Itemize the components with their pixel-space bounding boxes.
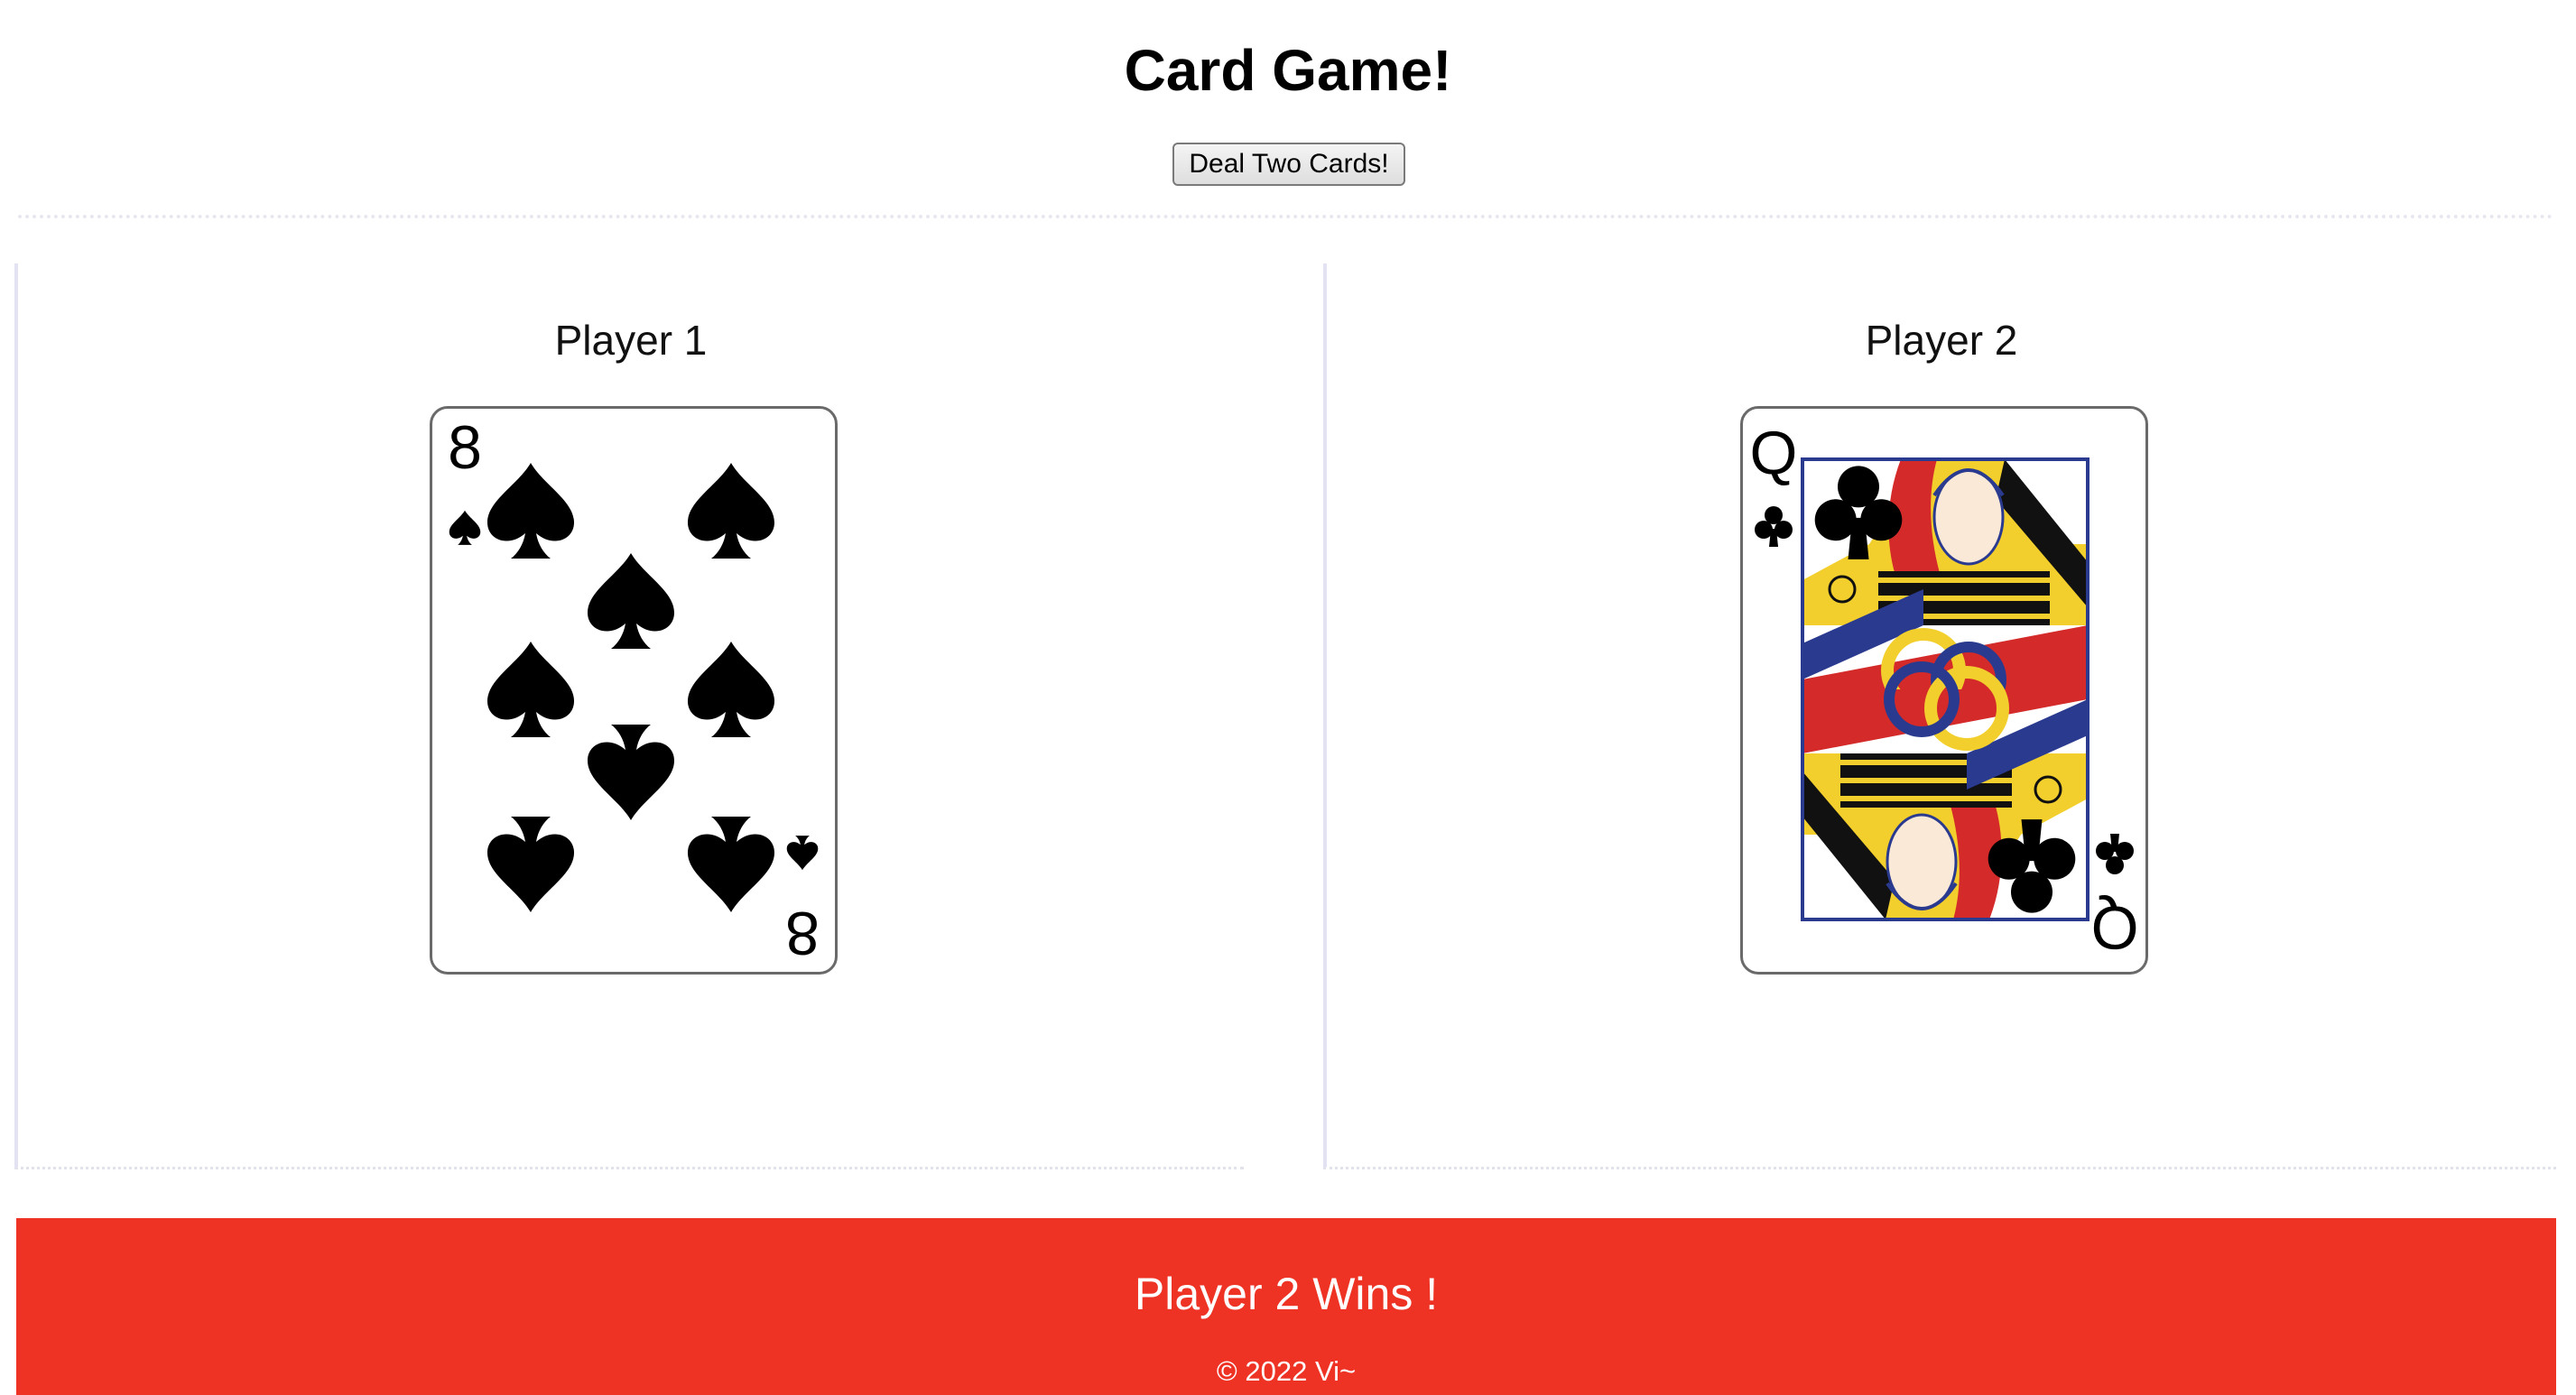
player-1-panel: Player 1 8 8 xyxy=(14,263,1244,1169)
svg-text:Q: Q xyxy=(1750,419,1798,487)
player-1-label: Player 1 xyxy=(554,317,708,364)
winner-message: Player 2 Wins ! xyxy=(1134,1269,1439,1319)
svg-text:8: 8 xyxy=(785,899,820,967)
player-1-card: 8 8 xyxy=(430,406,838,975)
player-2-card: Q Q xyxy=(1740,406,2148,975)
svg-text:8: 8 xyxy=(448,413,482,482)
queen-of-clubs-card-icon: Q Q xyxy=(1750,419,2139,962)
eight-of-spades-card-icon: 8 8 xyxy=(448,413,820,967)
result-banner: Player 2 Wins ! © 2022 Vi~ xyxy=(16,1218,2556,1395)
page-title: Card Game! xyxy=(1124,38,1452,103)
header-divider xyxy=(18,215,2554,218)
deal-two-cards-button[interactable]: Deal Two Cards! xyxy=(1172,143,1405,186)
svg-text:Q: Q xyxy=(2091,893,2139,962)
player-2-panel: Player 2 Q Q xyxy=(1323,263,2556,1169)
player-2-label: Player 2 xyxy=(1865,317,2018,364)
footer-copyright: © 2022 Vi~ xyxy=(1216,1355,1357,1387)
